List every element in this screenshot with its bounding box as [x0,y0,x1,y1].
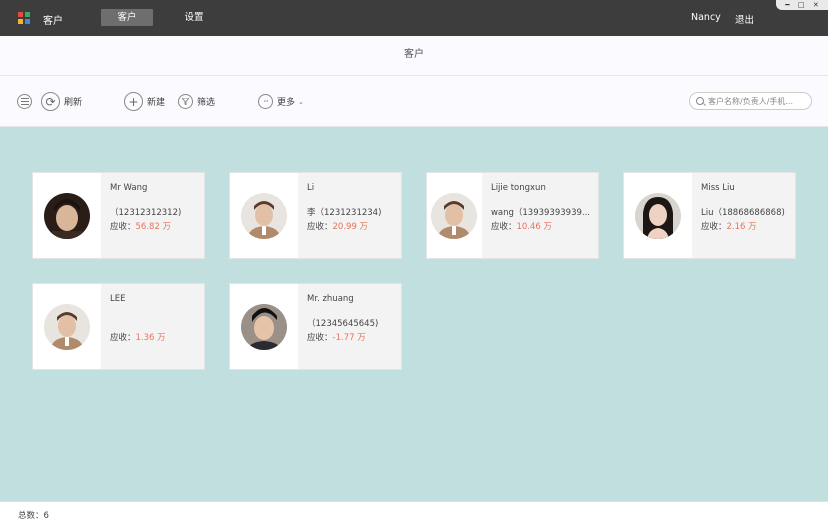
logout-link[interactable]: 退出 [735,12,754,26]
maximize-icon[interactable]: □ [798,1,805,9]
customer-phone: （12345645645) [307,319,379,329]
avatar [44,192,90,239]
menu-button[interactable] [17,92,32,111]
customer-name: Lijie tongxun [490,183,546,193]
customer-card[interactable]: LEE 应收：1.36 万 [32,283,205,370]
search-input[interactable] [708,96,804,106]
avatar [431,192,478,239]
customer-phone [110,317,196,329]
customer-card[interactable]: Miss Liu Liu（18868686868) 应收：2.16 万 [623,172,796,259]
page-title: 客户 [0,36,828,76]
customer-card[interactable]: Li 李（1231231234) 应收：20.99 万 [229,172,402,259]
avatar [44,303,90,350]
customer-card[interactable]: Lijie tongxun wang（13939393939... 应收：10.… [426,172,599,259]
app-logo-icon [18,12,30,24]
customer-receivable: 应收：2.16 万 [701,222,757,232]
refresh-icon: ⟳ [41,92,60,111]
window-controls: ━ □ ✕ [776,0,828,10]
avatar [241,303,287,350]
customer-name: Li [307,183,315,193]
filter-icon [178,94,193,109]
new-label: 新建 [147,98,166,108]
menu-icon [17,94,32,109]
search-icon [696,97,704,105]
customer-phone: Liu（18868686868) [701,208,785,218]
customer-grid: Mr Wang （12312312312) 应收：56.82 万 Li 李（12… [0,127,828,501]
tab-settings[interactable]: 设置 [168,9,220,26]
customer-phone: 李（1231231234) [307,208,382,218]
customer-phone: （12312312312) [110,208,182,218]
customer-receivable: 应收：10.46 万 [490,222,553,232]
app-title: 客户 [43,16,63,27]
customer-phone: wang（13939393939... [490,208,590,218]
avatar [241,192,287,239]
status-bar: 总数：6 [0,501,828,524]
filter-label: 筛选 [197,98,216,108]
customer-name: Mr Wang [110,183,148,193]
customer-card[interactable]: Mr. zhuang （12345645645) 应收：-1.77 万 [229,283,402,370]
more-label: 更多 [277,98,296,108]
new-button[interactable]: + 新建 [124,92,165,111]
top-bar: 客户 客户 设置 Nancy 退出 ━ □ ✕ [0,0,828,36]
total-count: 总数：6 [18,511,49,521]
more-button[interactable]: ··· 更多 ⌄ [258,92,304,111]
customer-card[interactable]: Mr Wang （12312312312) 应收：56.82 万 [32,172,205,259]
customer-name: Mr. zhuang [307,294,354,304]
filter-button[interactable]: 筛选 [178,92,215,111]
plus-icon: + [124,92,143,111]
more-icon: ··· [258,94,273,109]
minimize-icon[interactable]: ━ [785,1,789,9]
customer-receivable: 应收：1.36 万 [110,333,166,343]
search-box[interactable] [689,92,812,110]
customer-receivable: 应收：20.99 万 [307,222,369,232]
user-name[interactable]: Nancy [691,12,721,23]
customer-name: Miss Liu [701,183,735,193]
close-icon[interactable]: ✕ [813,1,819,9]
customer-name: LEE [110,294,126,304]
tab-customers[interactable]: 客户 [101,9,153,26]
refresh-button[interactable]: ⟳ 刷新 [41,92,82,111]
chevron-down-icon: ⌄ [298,97,304,106]
customer-receivable: 应收：-1.77 万 [307,333,366,343]
customer-receivable: 应收：56.82 万 [110,222,172,232]
refresh-label: 刷新 [64,98,83,108]
avatar [635,192,681,239]
